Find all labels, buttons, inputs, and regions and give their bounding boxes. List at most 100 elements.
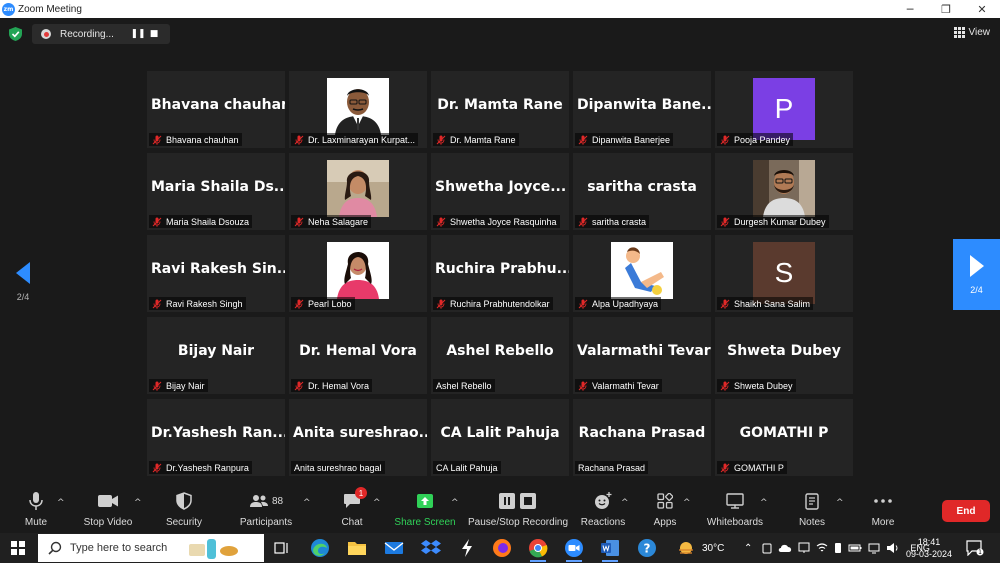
participant-tile[interactable]: Bijay Nair Bijay Nair — [147, 317, 285, 394]
notification-count: 1 — [978, 549, 982, 556]
notes-options-caret[interactable]: ^ — [836, 498, 844, 508]
stop-video-button[interactable]: Stop Video — [82, 488, 134, 533]
task-view-icon[interactable] — [270, 536, 294, 560]
reactions-options-caret[interactable]: ^ — [621, 498, 629, 508]
participant-tile[interactable]: Shwetha Joyce... Shwetha Joyce Rasquinha — [431, 153, 569, 230]
mute-label: Mute — [24, 517, 48, 528]
display-icon[interactable] — [798, 542, 810, 554]
participant-tile[interactable]: Dr. Hemal Vora Dr. Hemal Vora — [289, 317, 427, 394]
security-button[interactable]: Security — [163, 488, 205, 533]
cloud-icon[interactable] — [778, 543, 792, 553]
reactions-button[interactable]: Reactions — [580, 488, 626, 533]
participant-tile[interactable]: Rachana Prasad Rachana Prasad — [573, 399, 711, 476]
zoom-app-icon[interactable] — [562, 536, 586, 562]
mute-options-caret[interactable]: ^ — [57, 498, 65, 508]
chat-button[interactable]: 1 Chat — [334, 487, 370, 533]
participant-tile[interactable]: Neha Salagare — [289, 153, 427, 230]
pause-stop-recording-button[interactable]: Pause/Stop Recording — [468, 488, 568, 533]
close-button[interactable]: ✕ — [964, 0, 1000, 18]
mail-icon[interactable] — [382, 536, 406, 560]
participant-tile[interactable]: Dr.Yashesh Ran... Dr.Yashesh Ranpura — [147, 399, 285, 476]
more-label: More — [871, 517, 895, 528]
participant-tile[interactable]: Bhavana chauhan Bhavana chauhan — [147, 71, 285, 148]
chrome-icon[interactable] — [526, 536, 550, 562]
muted-microphone-icon — [436, 135, 446, 145]
participant-tile[interactable]: P Pooja Pandey — [715, 71, 853, 148]
participants-count: 88 — [271, 495, 284, 507]
notes-button[interactable]: Notes — [796, 488, 828, 533]
view-button[interactable]: View — [953, 27, 990, 38]
apps-button[interactable]: Apps — [650, 488, 680, 533]
help-icon[interactable]: ? — [635, 536, 659, 560]
svg-text:?: ? — [644, 542, 651, 556]
participant-name: CA Lalit Pahuja — [436, 462, 498, 473]
participant-display-name: Bijay Nair — [177, 343, 255, 359]
clock-date: 09-03-2024 — [905, 549, 953, 559]
muted-microphone-icon — [152, 299, 162, 309]
next-page-button[interactable]: 2/4 — [953, 239, 1000, 310]
participants-options-caret[interactable]: ^ — [303, 498, 311, 508]
camera-tray-icon[interactable] — [762, 542, 772, 554]
more-button[interactable]: More — [866, 488, 900, 533]
firefox-icon[interactable] — [490, 536, 514, 560]
notifications-button[interactable]: 1 — [966, 533, 984, 563]
participant-name-label: Anita sureshrao bagal — [291, 461, 385, 474]
share-screen-button[interactable]: Share Screen — [394, 488, 456, 533]
minimize-button[interactable]: ─ — [892, 0, 928, 18]
wifi-icon[interactable] — [816, 542, 828, 554]
participant-tile[interactable]: Maria Shaila Ds... Maria Shaila Dsouza — [147, 153, 285, 230]
participant-tile[interactable]: Ravi Rakesh Sin... Ravi Rakesh Singh — [147, 235, 285, 312]
chat-options-caret[interactable]: ^ — [373, 498, 381, 508]
lightning-app-icon[interactable] — [455, 536, 479, 560]
dropbox-icon[interactable] — [419, 536, 443, 560]
mute-button[interactable]: Mute — [20, 488, 52, 533]
participant-tile[interactable]: GOMATHI P GOMATHI P — [715, 399, 853, 476]
previous-page-button[interactable]: 2/4 — [8, 262, 38, 308]
windows-start-icon[interactable] — [11, 541, 25, 555]
participant-tile[interactable]: Dr. Laxminarayan Kurpat... — [289, 71, 427, 148]
participant-tile[interactable]: Pearl Lobo — [289, 235, 427, 312]
participant-tile[interactable]: S Shaikh Sana Salim — [715, 235, 853, 312]
stop-recording-button[interactable]: ■ — [146, 26, 162, 42]
participant-tile[interactable]: Anita sureshrao... Anita sureshrao bagal — [289, 399, 427, 476]
reactions-label: Reactions — [580, 517, 626, 528]
word-icon[interactable] — [598, 536, 622, 562]
participant-tile[interactable]: Shweta Dubey Shweta Dubey — [715, 317, 853, 394]
phone-icon[interactable] — [834, 542, 842, 554]
participant-tile[interactable]: Durgesh Kumar Dubey — [715, 153, 853, 230]
restore-button[interactable]: ❐ — [928, 0, 964, 18]
participant-tile[interactable]: Valarmathi Tevar Valarmathi Tevar — [573, 317, 711, 394]
participant-name-label: Dr. Laxminarayan Kurpat... — [291, 133, 419, 146]
whiteboards-options-caret[interactable]: ^ — [760, 498, 768, 508]
participant-tile[interactable]: Dipanwita Bane... Dipanwita Banerjee — [573, 71, 711, 148]
pause-recording-button[interactable]: ❚❚ — [130, 26, 146, 42]
title-bar: zm Zoom Meeting ─ ❐ ✕ — [0, 0, 1000, 18]
whiteboards-label: Whiteboards — [706, 517, 764, 528]
whiteboards-button[interactable]: Whiteboards — [704, 488, 766, 533]
participants-button[interactable]: 88 Participants — [238, 488, 294, 533]
weather-widget[interactable]: 30°C — [676, 533, 724, 563]
participant-tile[interactable]: Ashel Rebello Ashel Rebello — [431, 317, 569, 394]
share-options-caret[interactable]: ^ — [451, 498, 459, 508]
recording-label: Recording... — [60, 28, 114, 40]
participant-name: Dr. Hemal Vora — [308, 380, 370, 391]
muted-microphone-icon — [436, 217, 446, 227]
meeting-toolbar: Mute ^ Stop Video ^ Security 88 Particip… — [0, 487, 1000, 533]
file-explorer-icon[interactable] — [345, 536, 369, 560]
participant-tile[interactable]: CA Lalit Pahuja CA Lalit Pahuja — [431, 399, 569, 476]
taskbar-clock[interactable]: 18:41 09-03-2024 — [898, 536, 960, 560]
battery-icon[interactable] — [848, 543, 862, 553]
tray-chevron-icon[interactable]: ⌃ — [744, 543, 752, 554]
participant-tile[interactable]: Ruchira Prabhu... Ruchira Prabhutendolkar — [431, 235, 569, 312]
participant-tile[interactable]: saritha crasta saritha crasta — [573, 153, 711, 230]
video-options-caret[interactable]: ^ — [134, 498, 142, 508]
participant-tile[interactable]: Alpa Upadhyaya — [573, 235, 711, 312]
edge-browser-icon[interactable] — [308, 536, 332, 560]
apps-options-caret[interactable]: ^ — [683, 498, 691, 508]
shield-check-icon[interactable] — [9, 27, 22, 41]
end-meeting-button[interactable]: End — [942, 500, 990, 522]
taskbar-search-box[interactable]: Type here to search — [38, 534, 264, 562]
weather-temp: 30°C — [702, 542, 725, 554]
network-icon[interactable] — [868, 542, 880, 554]
participant-tile[interactable]: Dr. Mamta Rane Dr. Mamta Rane — [431, 71, 569, 148]
